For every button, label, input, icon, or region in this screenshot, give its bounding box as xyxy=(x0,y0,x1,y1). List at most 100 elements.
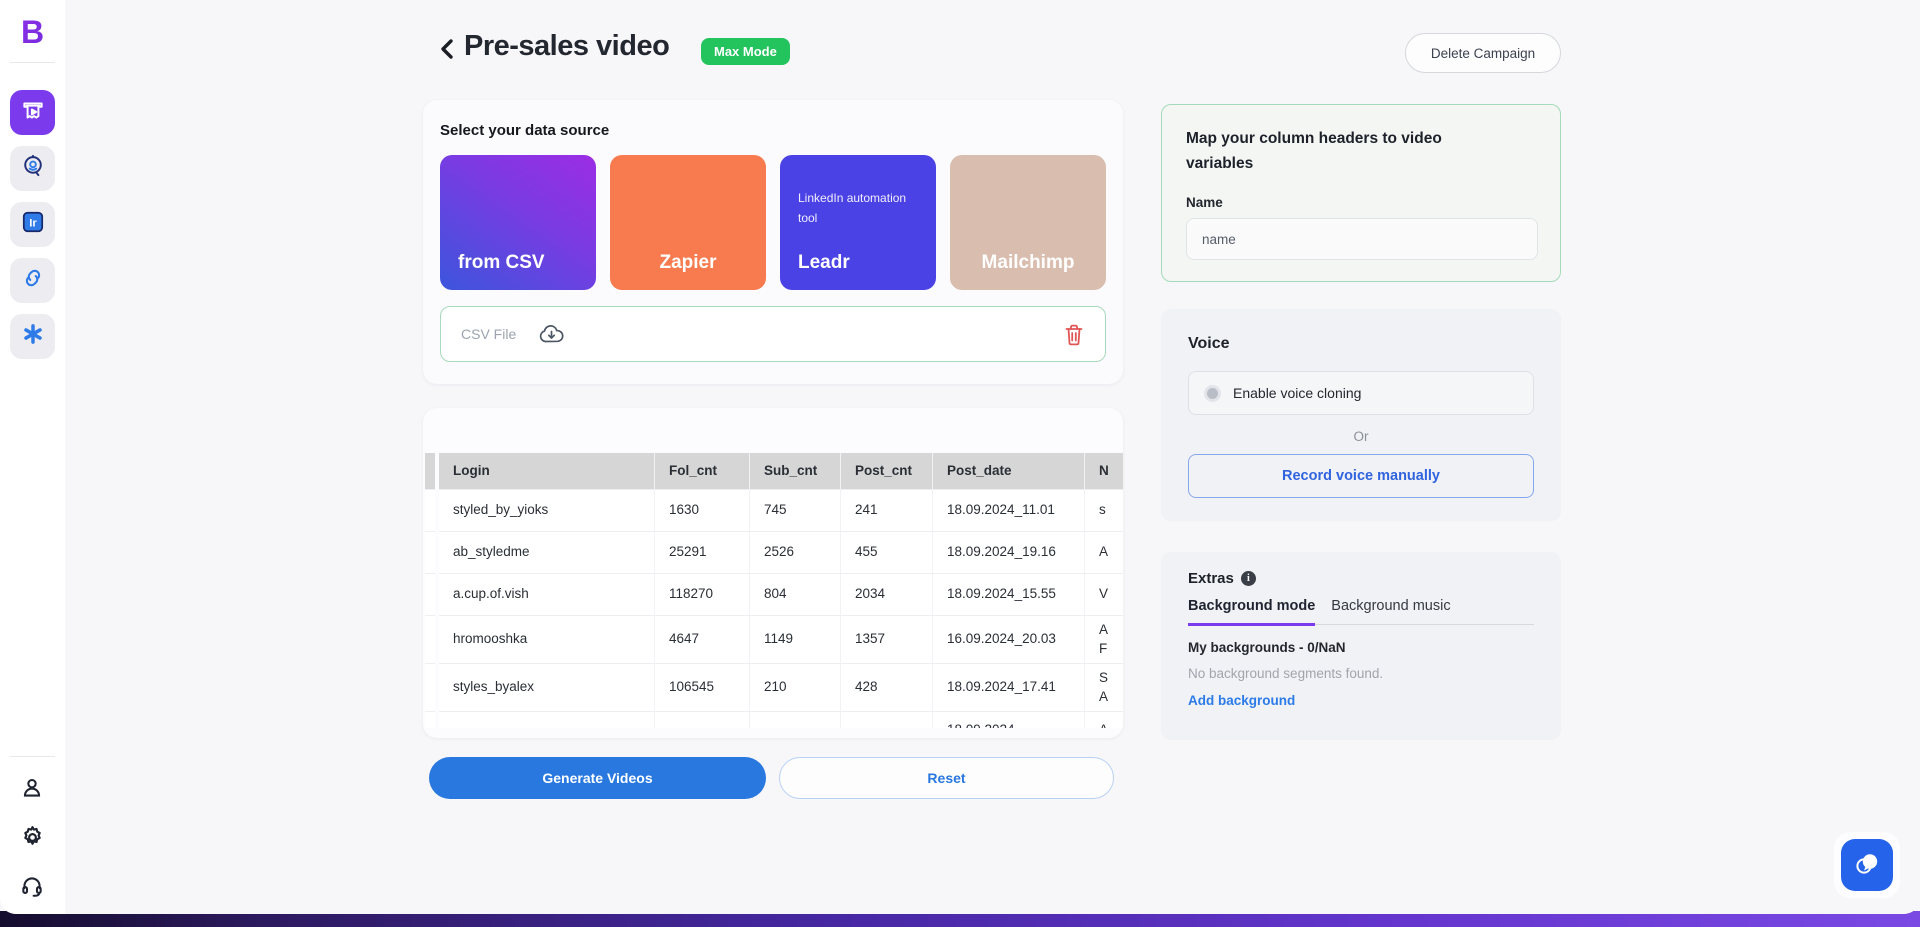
csv-file-label: CSV File xyxy=(461,326,516,342)
cloud-upload-icon xyxy=(538,323,565,345)
tab-background-music[interactable]: Background music xyxy=(1331,598,1450,624)
table-cell-clipped xyxy=(425,616,435,664)
table-header-cell: Fol_cnt xyxy=(655,453,750,490)
tile-label: Mailchimp xyxy=(950,252,1106,274)
video-ticket-icon xyxy=(20,97,46,128)
table-header-cell: N xyxy=(1085,453,1123,490)
table-row: ............18.09.2024_..A xyxy=(425,712,1123,728)
name-field-input[interactable] xyxy=(1186,218,1538,260)
table-cell: 1630 xyxy=(655,490,750,532)
tile-label: from CSV xyxy=(458,252,545,274)
gear-icon xyxy=(19,824,46,856)
table-cell: 118270 xyxy=(655,574,750,616)
table-cell: ... xyxy=(439,712,655,728)
delete-campaign-button[interactable]: Delete Campaign xyxy=(1405,33,1561,73)
my-backgrounds-count: My backgrounds - 0/NaN xyxy=(1188,640,1346,655)
table-cell: hromooshka xyxy=(439,616,655,664)
table-cell: s xyxy=(1085,490,1123,532)
sidebar-item-support[interactable] xyxy=(14,870,50,906)
name-field-label: Name xyxy=(1186,195,1223,210)
generate-videos-button[interactable]: Generate Videos xyxy=(429,757,766,799)
source-tile-leadr[interactable]: LinkedIn automation tool Leadr xyxy=(780,155,936,290)
table-cell: 1357 xyxy=(841,616,933,664)
sidebar-item-account[interactable] xyxy=(14,772,50,808)
extras-tabs: Background mode Background music xyxy=(1188,598,1534,625)
sidebar-divider xyxy=(10,62,55,63)
sidebar-item-campaigns[interactable] xyxy=(10,90,55,135)
or-separator: Or xyxy=(1161,429,1561,444)
table-row: ab_styledme25291252645518.09.2024_19.16A xyxy=(425,532,1123,574)
table-cell: styles_byalex xyxy=(439,664,655,712)
table-cell: 106545 xyxy=(655,664,750,712)
reset-button[interactable]: Reset xyxy=(779,757,1114,799)
info-icon[interactable]: i xyxy=(1241,571,1256,586)
app-root: B xyxy=(0,0,1920,927)
sidebar-item-recorder[interactable] xyxy=(10,146,55,191)
sidebar-item-integrations[interactable] xyxy=(10,258,55,303)
tab-background-mode[interactable]: Background mode xyxy=(1188,598,1315,626)
record-voice-button[interactable]: Record voice manually xyxy=(1188,454,1534,498)
delete-file-icon[interactable] xyxy=(1061,322,1087,348)
voice-card: Voice Enable voice cloning Or Record voi… xyxy=(1161,309,1561,521)
tile-subtitle: LinkedIn automation tool xyxy=(798,189,908,229)
column-mapping-title: Map your column headers to video variabl… xyxy=(1186,127,1486,177)
table-cell: ab_styledme xyxy=(439,532,655,574)
person-icon xyxy=(19,775,45,806)
table-cell: A xyxy=(1085,532,1123,574)
table-header-cell-clipped xyxy=(425,453,435,490)
table-cell: 18.09.2024_19.16 xyxy=(933,532,1085,574)
table-cell: 428 xyxy=(841,664,933,712)
table-row: styled_by_yioks163074524118.09.2024_11.0… xyxy=(425,490,1123,532)
lr-icon: Ir xyxy=(20,209,46,240)
source-tile-mailchimp[interactable]: Mailchimp xyxy=(950,155,1106,290)
table-cell: A xyxy=(1085,712,1123,728)
table-cell: 25291 xyxy=(655,532,750,574)
voice-option-label: Enable voice cloning xyxy=(1233,385,1361,401)
table-cell: 18.09.2024_11.01 xyxy=(933,490,1085,532)
headset-icon xyxy=(19,873,45,904)
table-cell: 18.09.2024_17.41 xyxy=(933,664,1085,712)
sidebar-item-automation[interactable] xyxy=(10,314,55,359)
enable-voice-cloning-option[interactable]: Enable voice cloning xyxy=(1188,371,1534,415)
add-background-link[interactable]: Add background xyxy=(1188,693,1295,708)
table-header-cell: Post_date xyxy=(933,453,1085,490)
tile-label: Zapier xyxy=(610,252,766,274)
chat-launcher-container xyxy=(1834,832,1900,898)
table-cell: 241 xyxy=(841,490,933,532)
back-button[interactable] xyxy=(433,34,461,68)
csv-file-upload[interactable]: CSV File xyxy=(440,306,1106,362)
column-mapping-card: Map your column headers to video variabl… xyxy=(1161,104,1561,282)
source-tile-zapier[interactable]: Zapier xyxy=(610,155,766,290)
max-mode-badge: Max Mode xyxy=(701,38,790,65)
chat-button[interactable] xyxy=(1841,839,1893,891)
main-shell: B xyxy=(0,0,1920,914)
sidebar: B xyxy=(0,0,65,914)
table-cell-clipped xyxy=(425,664,435,712)
radio-icon[interactable] xyxy=(1204,385,1221,402)
table-cell: 2526 xyxy=(750,532,841,574)
table-header-cell: Login xyxy=(439,453,655,490)
table-cell: 745 xyxy=(750,490,841,532)
sidebar-item-lr[interactable]: Ir xyxy=(10,202,55,247)
sidebar-bottom-divider xyxy=(10,756,55,757)
table-cell: A F xyxy=(1085,616,1123,664)
data-preview-card: Login Fol_cnt Sub_cnt Post_cnt Post_date… xyxy=(423,408,1123,738)
table-cell: 16.09.2024_20.03 xyxy=(933,616,1085,664)
tile-label: Leadr xyxy=(798,252,850,274)
brand-logo[interactable]: B xyxy=(0,14,65,51)
back-chevron-icon xyxy=(439,38,455,65)
table-cell: 804 xyxy=(750,574,841,616)
table-header-row: Login Fol_cnt Sub_cnt Post_cnt Post_date… xyxy=(425,453,1123,490)
table-cell: 4647 xyxy=(655,616,750,664)
voice-title: Voice xyxy=(1188,335,1230,353)
source-tile-csv[interactable]: from CSV xyxy=(440,155,596,290)
table-row: a.cup.of.vish118270804203418.09.2024_15.… xyxy=(425,574,1123,616)
table-row: styles_byalex10654521042818.09.2024_17.4… xyxy=(425,664,1123,712)
table-cell-clipped xyxy=(425,574,435,616)
table-cell: 455 xyxy=(841,532,933,574)
data-table: Login Fol_cnt Sub_cnt Post_cnt Post_date… xyxy=(425,453,1123,728)
page-title: Pre-sales video xyxy=(464,30,669,63)
data-source-title: Select your data source xyxy=(440,122,609,139)
sidebar-item-settings[interactable] xyxy=(14,822,50,858)
svg-text:Ir: Ir xyxy=(29,218,37,230)
